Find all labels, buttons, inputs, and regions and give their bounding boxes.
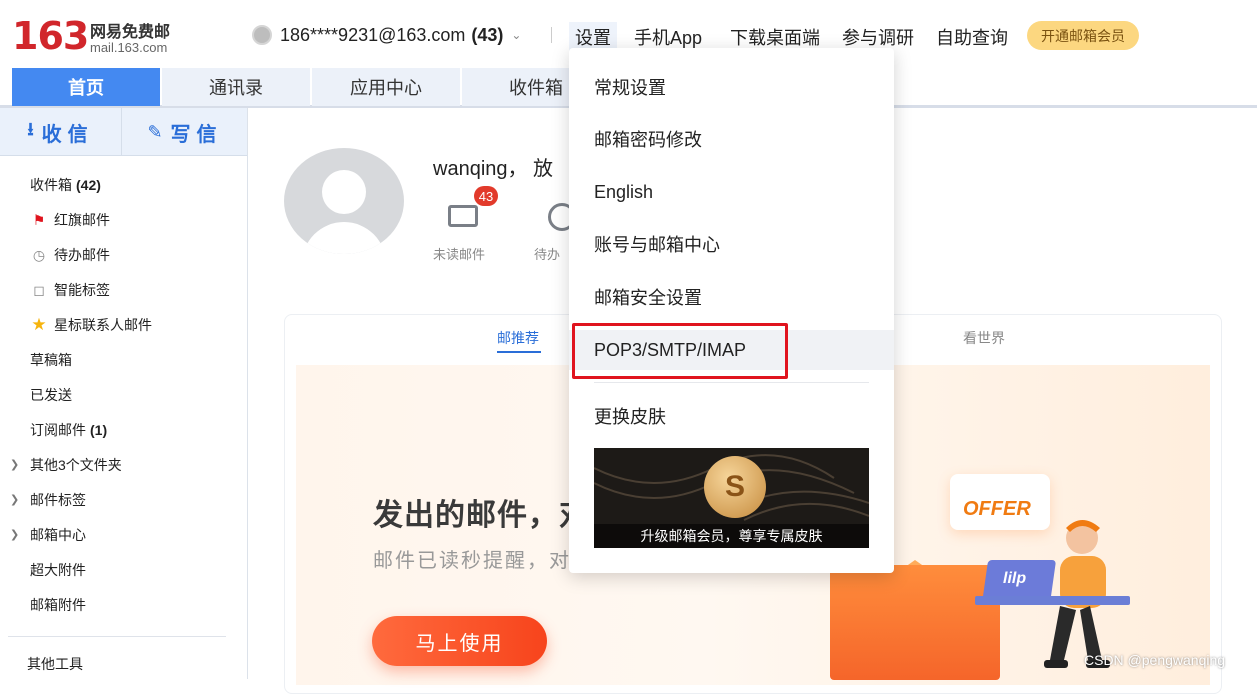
menu-divider <box>594 382 869 383</box>
chevron-right-icon[interactable]: ❯ <box>10 493 19 506</box>
menu-change-skin[interactable]: 更换皮肤 <box>594 401 666 431</box>
folder-count: (1) <box>90 422 108 438</box>
folder-label: 草稿箱 <box>30 352 72 368</box>
tab-app-center[interactable]: 应用中心 <box>312 68 460 106</box>
chevron-right-icon[interactable]: ❯ <box>10 528 19 541</box>
desk-illustration <box>975 596 1130 605</box>
avatar-head <box>322 170 366 214</box>
tab-contacts[interactable]: 通讯录 <box>162 68 310 106</box>
menu-password-change[interactable]: 邮箱密码修改 <box>594 124 702 154</box>
chevron-right-icon[interactable]: ❯ <box>10 458 19 471</box>
folder-sent[interactable]: 已发送 <box>30 385 72 405</box>
folder-smart-tags[interactable]: ◻ 智能标签 <box>30 280 110 300</box>
folder-mail-tags[interactable]: 邮件标签 <box>30 490 86 510</box>
logo-title: 网易免费邮 <box>90 24 171 41</box>
folder-large-attachments[interactable]: 超大附件 <box>30 560 86 580</box>
pencil-icon: ✎ <box>147 121 163 142</box>
active-tab-indicator <box>497 351 541 353</box>
folder-inbox[interactable]: 收件箱 (42) <box>30 175 101 195</box>
account-switcher[interactable]: 186****9231@163.com (43) ⌄ <box>252 22 521 48</box>
folder-other[interactable]: 其他3个文件夹 <box>30 455 122 475</box>
avatar-body <box>302 222 386 254</box>
menu-security-settings[interactable]: 邮箱安全设置 <box>594 282 702 312</box>
red-flag-icon: ⚑ <box>32 211 46 228</box>
folder-red-flag[interactable]: ⚑ 红旗邮件 <box>30 210 110 230</box>
banner-title: 发出的邮件，对 <box>373 499 590 532</box>
write-mail-button[interactable]: ✎ 写信 <box>123 108 247 156</box>
banner-subtitle: 邮件已读秒提醒，对 <box>373 550 571 572</box>
logo-domain: mail.163.com <box>90 40 168 55</box>
envelope-illustration <box>830 565 1000 680</box>
sidebar-divider <box>8 636 226 637</box>
greeting-text: wanqing， 放 <box>433 158 554 180</box>
receive-mail-button[interactable]: ⭳ 收信 <box>0 108 122 156</box>
skin-promo-banner[interactable]: S 升级邮箱会员，尊享专属皮肤 <box>594 448 869 548</box>
compose-row: ⭳ 收信 ✎ 写信 <box>0 108 247 156</box>
folder-count: (42) <box>76 177 101 193</box>
bookmark-icon: ◻ <box>33 281 45 298</box>
folder-label: 其他3个文件夹 <box>30 457 122 473</box>
menu-general-settings[interactable]: 常规设置 <box>594 72 666 102</box>
folder-label: 邮件标签 <box>30 492 86 508</box>
unread-badge: 43 <box>474 186 498 206</box>
vip-coin-icon: S <box>704 456 766 518</box>
tab-mail-recommend[interactable]: 邮推荐 <box>497 328 539 348</box>
user-avatar[interactable] <box>284 148 404 254</box>
folder-label: 星标联系人邮件 <box>54 317 152 333</box>
clock-icon: ◷ <box>32 246 46 263</box>
folder-starred[interactable]: ★ 星标联系人邮件 <box>30 315 152 335</box>
folder-attachments[interactable]: 邮箱附件 <box>30 595 86 615</box>
write-label: 写信 <box>170 123 223 146</box>
nav-self-query[interactable]: 自助查询 <box>930 22 1014 52</box>
menu-english[interactable]: English <box>594 177 653 207</box>
folder-label: 超大附件 <box>30 562 86 578</box>
tab-home[interactable]: 首页 <box>12 68 160 106</box>
menu-account-center[interactable]: 账号与邮箱中心 <box>594 229 720 259</box>
folder-label: 红旗邮件 <box>54 212 110 228</box>
header-divider <box>551 27 552 43</box>
folder-subscriptions[interactable]: 订阅邮件 (1) <box>30 420 107 440</box>
folder-label: 已发送 <box>30 387 72 403</box>
folder-label: 订阅邮件 <box>30 422 86 438</box>
folder-drafts[interactable]: 草稿箱 <box>30 350 72 370</box>
folder-label: 待办邮件 <box>54 247 110 263</box>
folder-mail-center[interactable]: 邮箱中心 <box>30 525 86 545</box>
envelope-icon[interactable] <box>448 205 478 227</box>
folder-label: 邮箱中心 <box>30 527 86 543</box>
sidebar: ⭳ 收信 ✎ 写信 收件箱 (42) ⚑ 红旗邮件 ◷ 待办邮件 ◻ 智能标签 … <box>0 108 248 679</box>
watermark: CSDN @pengwanqing <box>1084 652 1226 668</box>
tab-see-world[interactable]: 看世界 <box>963 328 1005 348</box>
settings-dropdown-menu: 常规设置 邮箱密码修改 English 账号与邮箱中心 邮箱安全设置 POP3/… <box>569 48 894 573</box>
account-email: 186****9231@163.com <box>280 24 466 45</box>
account-unread-count: (43) <box>471 24 504 45</box>
folder-label: 收件箱 <box>30 177 72 193</box>
other-tools[interactable]: 其他工具 <box>27 654 83 674</box>
star-icon: ★ <box>31 315 47 334</box>
inbox-download-icon: ⭳ <box>27 119 34 139</box>
chevron-down-icon: ⌄ <box>511 28 522 42</box>
folder-label: 其他工具 <box>27 656 83 672</box>
offer-label: OFFER <box>963 498 1031 520</box>
logo-163[interactable]: 163 <box>12 14 89 58</box>
account-avatar-icon <box>252 25 272 45</box>
folder-label: 智能标签 <box>54 282 110 298</box>
folder-label: 邮箱附件 <box>30 597 86 613</box>
annotation-highlight-box <box>572 323 788 379</box>
laptop-logo: lilp <box>1003 570 1027 587</box>
folder-todo[interactable]: ◷ 待办邮件 <box>30 245 110 265</box>
receive-label: 收信 <box>41 123 94 146</box>
vip-upgrade-button[interactable]: 开通邮箱会员 <box>1027 21 1139 50</box>
skin-promo-text: 升级邮箱会员，尊享专属皮肤 <box>594 524 869 548</box>
unread-label[interactable]: 未读邮件 <box>433 244 485 263</box>
use-now-button[interactable]: 马上使用 <box>372 616 547 666</box>
todo-label[interactable]: 待办 <box>534 244 560 263</box>
